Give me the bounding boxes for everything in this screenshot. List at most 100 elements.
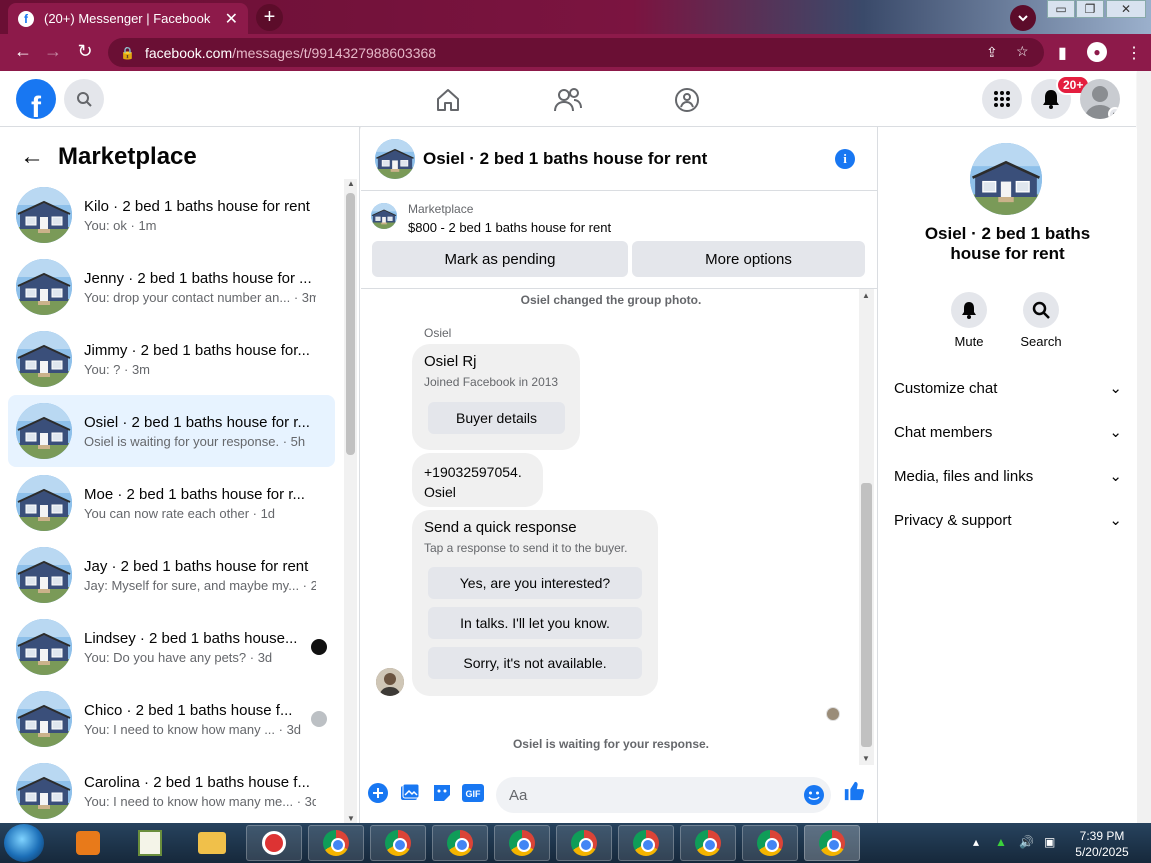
- listing-title[interactable]: $800 - 2 bed 1 baths house for rent: [408, 220, 611, 235]
- chevron-down-icon: ⌄: [1109, 468, 1122, 485]
- mark-as-pending-button[interactable]: Mark as pending: [372, 241, 628, 277]
- quick-reply-in-talks[interactable]: In talks. I'll let you know.: [428, 607, 642, 639]
- start-button[interactable]: [4, 824, 44, 862]
- chat-title[interactable]: Osiel · 2 bed 1 baths house for rent: [423, 149, 707, 169]
- facebook-logo[interactable]: f: [16, 79, 56, 119]
- media-player-icon[interactable]: [60, 825, 116, 861]
- address-bar[interactable]: 🔒 facebook.com/messages/t/99143279886033…: [108, 38, 1044, 67]
- conversation-item[interactable]: Moe · 2 bed 1 baths house for r... You ca…: [8, 467, 335, 539]
- scroll-up-arrow-icon[interactable]: ▲: [347, 179, 355, 188]
- notepad-icon[interactable]: [122, 825, 178, 861]
- volume-icon[interactable]: 🔊: [1019, 835, 1034, 849]
- conversation-item[interactable]: Kilo · 2 bed 1 baths house for rent You: …: [8, 179, 335, 251]
- browser-menu-icon[interactable]: ⋮: [1126, 43, 1142, 63]
- privacy-support-row[interactable]: Privacy & support ⌄: [894, 511, 1122, 530]
- plus-circle-icon[interactable]: [367, 782, 389, 804]
- photo-icon[interactable]: [399, 782, 421, 804]
- info-icon[interactable]: i: [835, 149, 855, 169]
- chrome-window-7[interactable]: [680, 825, 736, 861]
- close-window-button[interactable]: ✕: [1106, 0, 1146, 18]
- quick-reply-not-available[interactable]: Sorry, it's not available.: [428, 647, 642, 679]
- account-avatar[interactable]: ▾: [1080, 79, 1120, 119]
- bookmark-star-icon[interactable]: ☆: [1016, 43, 1029, 60]
- scroll-down-arrow-icon[interactable]: ▼: [347, 814, 355, 823]
- like-thumbs-up-icon[interactable]: [843, 780, 865, 802]
- chrome-window-3[interactable]: [432, 825, 488, 861]
- conversation-item[interactable]: Carolina · 2 bed 1 baths house f... You: …: [8, 755, 335, 823]
- restore-window-button[interactable]: ❐: [1076, 0, 1104, 18]
- chat-thumbnail[interactable]: [375, 138, 415, 179]
- chat-scroll-thumb[interactable]: [861, 483, 872, 747]
- quick-reply-interested[interactable]: Yes, are you interested?: [428, 567, 642, 599]
- customize-chat-row[interactable]: Customize chat ⌄: [894, 379, 1122, 398]
- sidebar-scrollbar[interactable]: ▲ ▼: [344, 179, 357, 823]
- conversation-snippet: You can now rate each other · 1d: [84, 505, 276, 521]
- buyer-details-button[interactable]: Buyer details: [428, 402, 565, 434]
- profile-icon[interactable]: ●: [1087, 42, 1107, 62]
- chrome-window-active[interactable]: [804, 825, 860, 861]
- windows-taskbar: ▴ ▲ 🔊 ▣ 7:39 PM 5/20/2025: [0, 823, 1151, 863]
- forward-icon[interactable]: →: [38, 41, 68, 62]
- emoji-icon[interactable]: [803, 784, 825, 806]
- system-clock[interactable]: 7:39 PM 5/20/2025: [1068, 828, 1136, 860]
- back-icon[interactable]: ←: [8, 41, 38, 62]
- network-icon[interactable]: ▣: [1044, 835, 1055, 849]
- home-icon[interactable]: [433, 85, 463, 115]
- chrome-window-4[interactable]: [494, 825, 550, 861]
- chat-members-row[interactable]: Chat members ⌄: [894, 423, 1122, 442]
- groups-icon[interactable]: [672, 85, 702, 115]
- conversation-name: Jenny · 2 bed 1 baths house for ...: [84, 269, 312, 287]
- app-tray-icon[interactable]: ▲: [995, 835, 1007, 849]
- snipping-tool-icon[interactable]: [246, 825, 302, 861]
- browser-tab[interactable]: f (20+) Messenger | Facebook ✕: [8, 3, 248, 34]
- friends-icon[interactable]: [553, 85, 583, 115]
- more-options-button[interactable]: More options: [632, 241, 865, 277]
- sender-avatar[interactable]: [376, 668, 404, 696]
- chrome-window-1[interactable]: [308, 825, 364, 861]
- tab-search-button[interactable]: [1010, 5, 1036, 31]
- gif-icon[interactable]: GIF: [462, 782, 484, 804]
- conversation-item[interactable]: Jenny · 2 bed 1 baths house for ... You: …: [8, 251, 335, 323]
- search-action[interactable]: Search: [1011, 292, 1071, 349]
- media-files-links-row[interactable]: Media, files and links ⌄: [894, 467, 1122, 486]
- conversation-item[interactable]: Lindsey · 2 bed 1 baths house... You: Do …: [8, 611, 335, 683]
- listing-thumbnail[interactable]: [371, 203, 397, 229]
- chevron-down-icon: ⌄: [1109, 424, 1122, 441]
- search-icon[interactable]: [64, 79, 104, 119]
- conversation-item[interactable]: Osiel · 2 bed 1 baths house for r... Osie…: [8, 395, 335, 467]
- conversation-thumbnail: [16, 691, 72, 747]
- menu-grid-icon[interactable]: [982, 79, 1022, 119]
- conversation-item[interactable]: Jay · 2 bed 1 baths house for rent Jay: M…: [8, 539, 335, 611]
- file-explorer-icon[interactable]: [184, 825, 240, 861]
- chrome-window-5[interactable]: [556, 825, 612, 861]
- reload-icon[interactable]: ↻: [70, 41, 100, 62]
- conversation-name: Kilo · 2 bed 1 baths house for rent: [84, 197, 310, 215]
- sticker-icon[interactable]: [431, 782, 453, 804]
- chat-scroll-down-icon[interactable]: ▼: [862, 754, 870, 763]
- conversation-item[interactable]: Chico · 2 bed 1 baths house f... You: I n…: [8, 683, 335, 755]
- system-message: Osiel changed the group photo.: [520, 293, 702, 307]
- close-tab-icon[interactable]: ✕: [225, 9, 238, 29]
- chat-scroll-up-icon[interactable]: ▲: [862, 291, 870, 300]
- side-panel-icon[interactable]: ▮: [1058, 43, 1067, 63]
- page-scrollbar[interactable]: [1137, 71, 1151, 823]
- share-icon[interactable]: ⇪: [986, 44, 998, 61]
- conversation-item[interactable]: Jimmy · 2 bed 1 baths house for... You: ?…: [8, 323, 335, 395]
- mute-action[interactable]: Mute: [939, 292, 999, 349]
- show-hidden-icons-icon[interactable]: ▴: [973, 835, 979, 849]
- sidebar-header: ← Marketplace: [20, 143, 197, 171]
- chrome-window-2[interactable]: [370, 825, 426, 861]
- message-input[interactable]: Aa: [496, 777, 831, 813]
- back-arrow-icon[interactable]: ←: [20, 143, 44, 171]
- mute-label: Mute: [954, 334, 984, 349]
- chrome-window-6[interactable]: [618, 825, 674, 861]
- conversation-name: Moe · 2 bed 1 baths house for r...: [84, 485, 305, 503]
- chat-scrollbar[interactable]: ▲ ▼: [859, 289, 874, 765]
- sidebar-scroll-thumb[interactable]: [346, 193, 355, 455]
- chat-profile-name: Osiel · 2 bed 1 baths house for rent: [924, 224, 1091, 263]
- minimize-window-button[interactable]: ▭: [1047, 0, 1075, 18]
- chrome-window-8[interactable]: [742, 825, 798, 861]
- chat-profile-image[interactable]: [970, 143, 1042, 215]
- new-tab-button[interactable]: +: [256, 4, 283, 31]
- facebook-header: f 20+ ▾: [0, 71, 1136, 127]
